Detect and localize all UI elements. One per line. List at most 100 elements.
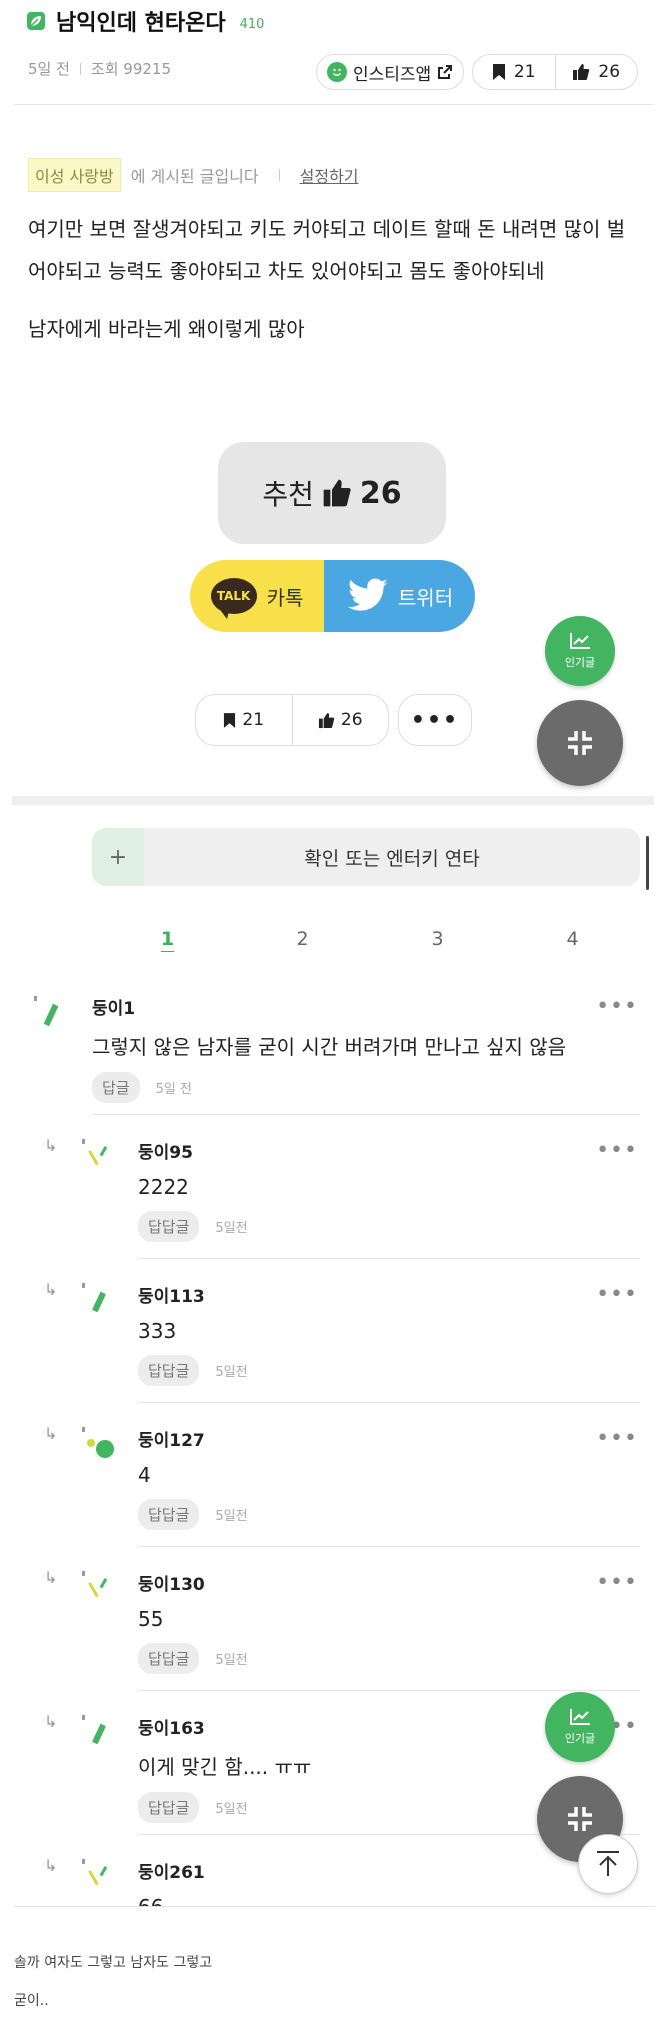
popular-posts-button[interactable]: 인기글: [545, 1692, 615, 1762]
comment-time: 5일 전: [155, 1082, 192, 1097]
comment-author: 둥이95: [138, 1143, 193, 1163]
scrap-count: 21: [513, 62, 536, 82]
post-views: 조회 99215: [90, 60, 172, 78]
comment-time: 5일전: [215, 1653, 248, 1668]
instiz-app-button[interactable]: 인스티즈앱: [316, 54, 465, 90]
avatar: [82, 1283, 106, 1313]
comment-time: 5일전: [215, 1221, 248, 1236]
comment-time: 5일전: [215, 1802, 248, 1817]
comment-divider: [138, 1258, 640, 1259]
page-link-3[interactable]: 3: [370, 928, 505, 950]
comment-pagination: 1 2 3 4: [100, 928, 640, 950]
footer-divider: [14, 1906, 654, 1907]
post-paragraph: 여기만 보면 잘생겨야되고 키도 커야되고 데이트 할때 돈 내려면 많이 벌어…: [28, 217, 626, 283]
comment-more-button[interactable]: •••: [596, 1426, 638, 1451]
title-comment-count: 410: [239, 16, 265, 32]
comment-input-placeholder[interactable]: 확인 또는 엔터키 연타: [144, 828, 640, 886]
share-buttons: TALK 카톡 트위터: [190, 560, 475, 632]
comment-text: 그렇지 않은 남자를 굳이 시간 버려가며 만나고 싶지 않음: [92, 1035, 567, 1059]
footer-comment-line: 굳이..: [14, 1993, 49, 2009]
board-info: 이성 사랑방 에 게시된 글입니다 설정하기: [28, 158, 359, 192]
popular-label: 인기글: [564, 656, 596, 669]
like-button[interactable]: 26: [291, 695, 389, 745]
kakao-share-button[interactable]: TALK 카톡: [190, 560, 324, 632]
comment-author: 둥이261: [138, 1863, 205, 1883]
collapse-button[interactable]: [537, 700, 623, 786]
page-link-2[interactable]: 2: [235, 928, 370, 950]
comment-more-button[interactable]: •••: [596, 1138, 638, 1163]
reply-item: 둥이130 55 답답글 5일전 •••: [138, 1570, 640, 1674]
comment-item: 둥이1 그렇지 않은 남자를 굳이 시간 버려가며 만나고 싶지 않음 답글 5…: [92, 994, 640, 1103]
smile-icon: [327, 62, 347, 82]
reply-arrow-icon: ↳: [44, 1424, 58, 1443]
reply-button[interactable]: 답글: [92, 1072, 140, 1103]
like-count: 26: [598, 62, 621, 82]
comment-divider: [138, 1690, 640, 1691]
comment-author: 둥이1: [92, 999, 136, 1019]
board-name-link[interactable]: 이성 사랑방: [28, 158, 121, 192]
reply-item: 둥이261 66: [138, 1858, 640, 1906]
thumbs-up-icon: [323, 479, 351, 507]
like-button[interactable]: 26: [554, 55, 638, 89]
settings-link[interactable]: 설정하기: [300, 163, 359, 187]
comment-text: 333: [138, 1319, 177, 1343]
reply-button[interactable]: 답답글: [138, 1792, 200, 1823]
board-posted-text: 에 게시된 글입니다: [130, 167, 259, 186]
reply-arrow-icon: ↳: [44, 1712, 58, 1731]
thumbs-up-icon: [318, 712, 335, 728]
section-divider: [12, 796, 654, 805]
collapse-arrows-icon: [568, 1807, 592, 1831]
reply-button[interactable]: 답답글: [138, 1643, 200, 1674]
comment-text: 66: [138, 1895, 640, 1906]
avatar: [82, 1859, 108, 1886]
external-link-icon: [438, 65, 453, 79]
popular-label: 인기글: [564, 1732, 596, 1745]
post-title: 남익인데 현타온다: [56, 11, 226, 36]
comment-more-button[interactable]: •••: [596, 1282, 638, 1307]
comment-more-button[interactable]: •••: [596, 994, 638, 1019]
top-stats: 21 26: [472, 54, 638, 90]
comment-author: 둥이127: [138, 1431, 205, 1451]
reply-arrow-icon: ↳: [44, 1136, 58, 1155]
kakao-talk-icon: TALK: [210, 578, 257, 619]
recommend-button[interactable]: 추천 26: [218, 442, 446, 544]
reply-button[interactable]: 답답글: [138, 1355, 200, 1386]
popular-posts-button[interactable]: 인기글: [545, 616, 615, 686]
thumbs-up-icon: [573, 64, 590, 80]
scrollbar-thumb[interactable]: [646, 836, 649, 890]
reply-item: 둥이113 333 답답글 5일전 •••: [138, 1282, 640, 1386]
comment-divider: [138, 1546, 640, 1547]
post-title-row: 남익인데 현타온다 410: [26, 6, 264, 36]
scroll-to-top-button[interactable]: [578, 1834, 638, 1894]
comment-more-button[interactable]: •••: [596, 1570, 638, 1595]
meta-divider: [79, 62, 81, 75]
scrap-count: 21: [242, 710, 265, 730]
page-link-4[interactable]: 4: [505, 928, 640, 950]
add-comment-button[interactable]: +: [92, 828, 144, 886]
scrap-button[interactable]: 21: [473, 55, 555, 89]
recommend-count: 26: [359, 475, 402, 511]
comment-text: 4: [138, 1463, 151, 1487]
post-paragraph: 남자에게 바라는게 왜이렇게 많아: [28, 317, 305, 341]
reply-item: 둥이95 2222 답답글 5일전 •••: [138, 1138, 640, 1242]
scrap-button[interactable]: 21: [196, 695, 292, 745]
comment-author: 둥이130: [138, 1575, 205, 1595]
comment-author: 둥이113: [138, 1287, 205, 1307]
more-options-button[interactable]: •••: [398, 694, 472, 746]
avatar: [82, 1427, 114, 1458]
reply-button[interactable]: 답답글: [138, 1499, 200, 1530]
comment-text: 2222: [138, 1175, 189, 1199]
avatar: [34, 996, 59, 1026]
trending-chart-icon: [570, 633, 590, 649]
comment-input-bar[interactable]: + 확인 또는 엔터키 연타: [92, 828, 640, 886]
page-link-1[interactable]: 1: [100, 928, 235, 950]
reply-arrow-icon: ↳: [44, 1280, 58, 1299]
header-divider: [14, 104, 654, 105]
twitter-share-button[interactable]: 트위터: [324, 560, 475, 632]
post-meta: 5일 전 조회 99215: [28, 58, 171, 79]
board-divider: [278, 169, 280, 181]
like-count: 26: [340, 710, 363, 730]
leaf-icon: [27, 12, 45, 30]
comment-time: 5일전: [215, 1509, 248, 1524]
reply-button[interactable]: 답답글: [138, 1211, 200, 1242]
